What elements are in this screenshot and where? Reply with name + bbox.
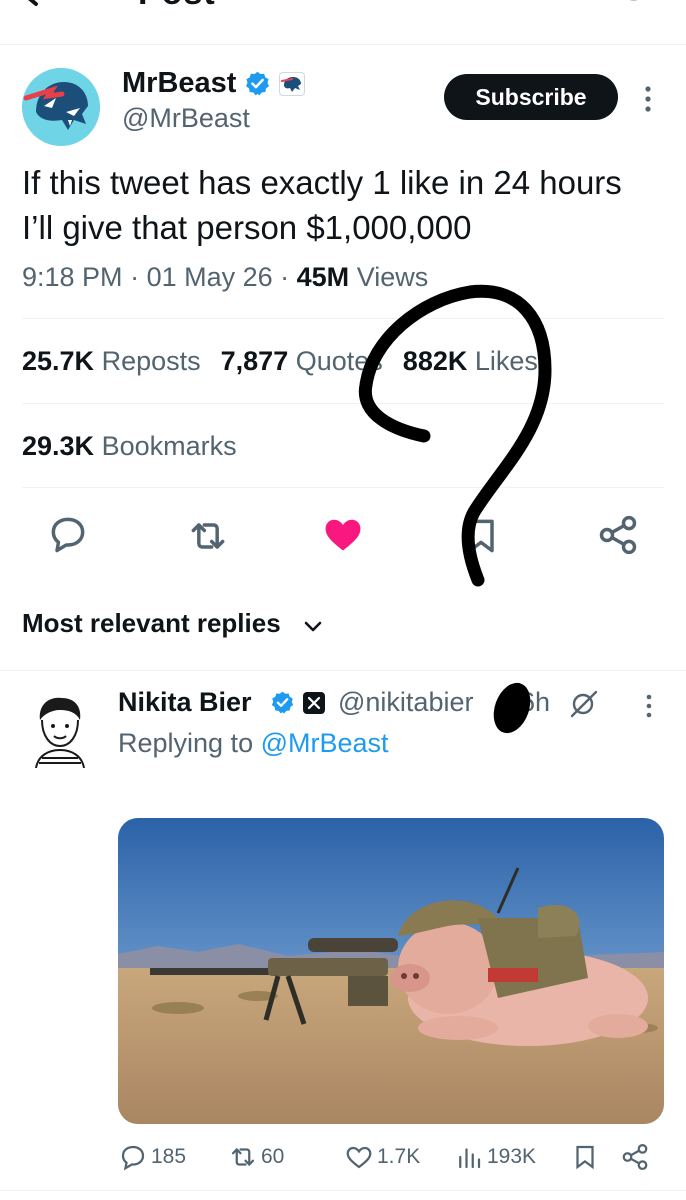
bookmarks-label: Bookmarks xyxy=(101,431,237,461)
reply-views-button[interactable]: 193K xyxy=(454,1142,536,1172)
views-count: 45M xyxy=(296,262,350,292)
reply-icon[interactable] xyxy=(46,512,90,556)
repost-icon xyxy=(231,1147,255,1167)
subscribe-button[interactable]: Subscribe xyxy=(444,74,618,120)
meta-separator: · xyxy=(272,262,297,292)
view-count: 193K xyxy=(487,1145,537,1168)
header-divider xyxy=(0,44,686,45)
reposts-label: Reposts xyxy=(101,346,201,376)
engagement-stats: 25.7K Reposts 7,877 Quotes 882K Likes xyxy=(22,346,538,377)
reply-count: 185 xyxy=(151,1145,187,1168)
grok-icon[interactable] xyxy=(566,688,600,720)
tweet-time[interactable]: 9:18 PM xyxy=(22,262,123,292)
tweet-date[interactable]: 01 May 26 xyxy=(147,262,273,292)
bookmarks-link[interactable]: 29.3K Bookmarks xyxy=(22,431,237,462)
arrow-left-icon[interactable] xyxy=(18,0,78,18)
replying-to-mention[interactable]: @MrBeast xyxy=(261,728,389,758)
reply-timestamp[interactable]: 6h xyxy=(520,687,550,718)
replies-sort-label[interactable]: Most relevant replies xyxy=(22,608,281,639)
verified-badge-icon xyxy=(271,691,294,714)
reply-repost-button[interactable]: 60 xyxy=(228,1142,284,1172)
views-chart-icon xyxy=(459,1148,481,1169)
author-handle[interactable]: @MrBeast xyxy=(122,103,250,134)
share-icon xyxy=(622,1144,648,1170)
reply-settings-icon[interactable] xyxy=(610,0,662,16)
likes-count: 882K xyxy=(402,346,468,376)
likes-link[interactable]: 882K Likes xyxy=(403,346,538,376)
repost-count: 60 xyxy=(261,1145,285,1168)
chevron-down-icon[interactable] xyxy=(300,614,326,638)
reply-reply-button[interactable]: 185 xyxy=(118,1142,186,1172)
reply-action-bar: 185 60 1.7K 193K xyxy=(118,1142,664,1176)
divider xyxy=(22,403,664,404)
verified-badge-icon xyxy=(246,71,269,96)
reposts-link[interactable]: 25.7K Reposts xyxy=(22,346,201,376)
tweet-text: If this tweet has exactly 1 like in 24 h… xyxy=(22,164,622,246)
reply-author-name[interactable]: Nikita Bier xyxy=(118,687,252,718)
tweet-meta: 9:18 PM · 01 May 26 · 45M Views xyxy=(22,262,428,293)
meta-separator: · xyxy=(122,262,147,292)
beast-logo-icon xyxy=(22,68,100,146)
more-options-icon[interactable] xyxy=(640,84,656,114)
replying-to: Replying to @MrBeast xyxy=(118,728,389,759)
bookmark-icon xyxy=(576,1145,594,1170)
divider xyxy=(0,1190,686,1191)
reposts-count: 25.7K xyxy=(22,346,95,376)
more-options-icon[interactable] xyxy=(642,692,656,720)
quotes-link[interactable]: 7,877 Quotes xyxy=(221,346,383,376)
sniper-pig-photo[interactable] xyxy=(118,818,664,1124)
reply-avatar[interactable] xyxy=(26,694,94,768)
like-icon[interactable] xyxy=(321,512,365,556)
affiliate-badge-icon[interactable] xyxy=(279,72,305,96)
author-name[interactable]: MrBeast xyxy=(122,67,236,100)
views-label: Views xyxy=(356,262,429,292)
reply-like-button[interactable]: 1.7K xyxy=(344,1142,420,1172)
divider xyxy=(22,318,664,319)
x-affiliate-icon[interactable] xyxy=(303,692,325,714)
share-icon[interactable] xyxy=(596,513,640,557)
like-count: 1.7K xyxy=(377,1145,421,1168)
reply-author-handle[interactable]: @nikitabier xyxy=(338,687,473,718)
divider xyxy=(22,487,664,488)
avatar[interactable] xyxy=(22,68,100,146)
like-icon xyxy=(346,1146,372,1169)
replying-prefix: Replying to xyxy=(118,728,254,758)
likes-label: Likes xyxy=(474,346,538,376)
reply-bookmark-button[interactable] xyxy=(570,1142,603,1172)
quotes-count: 7,877 xyxy=(220,346,289,376)
repost-icon[interactable] xyxy=(186,514,230,558)
quotes-label: Quotes xyxy=(295,346,383,376)
page-title: Post xyxy=(138,0,216,13)
reply-icon xyxy=(121,1145,145,1171)
divider xyxy=(0,670,686,671)
bookmark-icon[interactable] xyxy=(459,514,503,558)
reply-share-button[interactable] xyxy=(620,1142,653,1172)
bookmarks-count: 29.3K xyxy=(22,431,95,461)
